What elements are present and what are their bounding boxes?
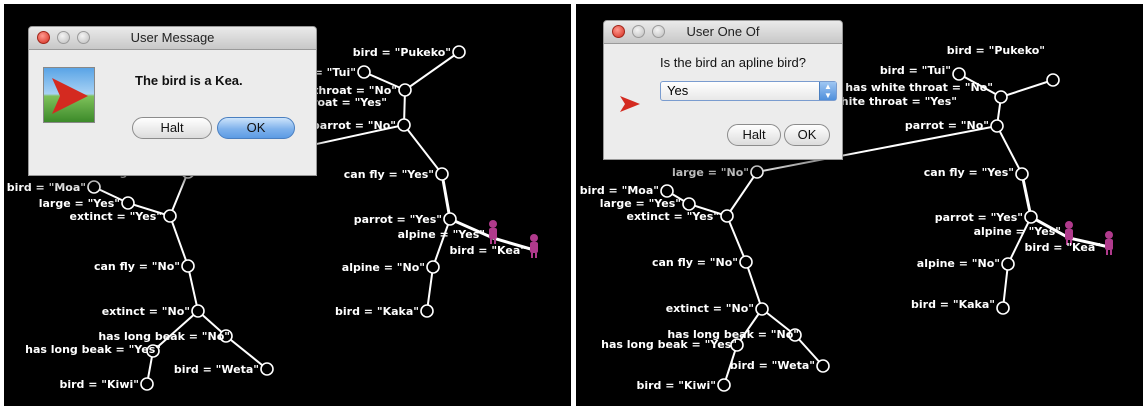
node-extinct-yes[interactable] <box>720 209 734 223</box>
label-kiwi: bird = "Kiwi" <box>59 378 139 391</box>
label-kaka: bird = "Kaka" <box>911 298 995 311</box>
label-extinct-yes: extinct = "Yes" <box>627 210 720 223</box>
ok-button[interactable]: OK <box>784 124 830 146</box>
node-large-yes[interactable] <box>121 196 135 210</box>
node-alpine-no[interactable] <box>426 260 440 274</box>
label-kiwi: bird = "Kiwi" <box>636 379 716 392</box>
label-moa: bird = "Moa" <box>7 181 86 194</box>
node-white-throat[interactable] <box>398 83 412 97</box>
node-weta[interactable] <box>816 359 830 373</box>
right-graph-canvas[interactable]: bird = "Pukeko" bird = "Tui" has white t… <box>576 4 1143 406</box>
agent-icon <box>489 220 497 244</box>
label-pukeko: bird = "Pukeko" <box>947 44 1045 57</box>
node-parrot-yes[interactable] <box>1024 210 1038 224</box>
label-moa: bird = "Moa" <box>580 184 659 197</box>
label-alpine-yes: alpine = "Yes" <box>398 228 485 241</box>
node-kaka[interactable] <box>996 301 1010 315</box>
node-parrot-yes[interactable] <box>443 212 457 226</box>
label-kea: bird = "Kea" <box>1025 241 1102 254</box>
node-pukeko[interactable] <box>1046 73 1060 87</box>
label-can-fly-yes: can fly = "Yes" <box>924 166 1014 179</box>
label-extinct-no: extinct = "No" <box>102 305 190 318</box>
label-parrot-yes: parrot = "Yes" <box>935 211 1023 224</box>
label-long-beak-yes: has long beak = "Yes" <box>601 338 737 351</box>
label-alpine-no: alpine = "No" <box>342 261 425 274</box>
label-extinct-no: extinct = "No" <box>666 302 754 315</box>
node-kiwi[interactable] <box>717 378 731 392</box>
select-stepper-icon[interactable]: ▲ ▼ <box>819 82 836 100</box>
dialog-question: Is the bird an apline bird? <box>660 55 806 70</box>
node-pukeko[interactable] <box>452 45 466 59</box>
label-pukeko: bird = "Pukeko" <box>353 46 451 59</box>
label-parrot-no: parrot = "No" <box>905 119 989 132</box>
dialog-message: The bird is a Kea. <box>135 73 243 88</box>
node-moa[interactable] <box>87 180 101 194</box>
node-tui[interactable] <box>357 65 371 79</box>
node-can-fly-no[interactable] <box>181 259 195 273</box>
node-extinct-no[interactable] <box>755 302 769 316</box>
label-weta: bird = "Weta" <box>174 363 259 376</box>
node-moa[interactable] <box>660 184 674 198</box>
user-message-dialog: User Message The bird is a Kea. Halt OK <box>28 26 317 176</box>
node-parrot-no[interactable] <box>990 119 1004 133</box>
label-weta: bird = "Weta" <box>730 359 815 372</box>
label-white-throat: has white throat = "No" <box>845 81 993 94</box>
label-extinct-yes: extinct = "Yes" <box>70 210 163 223</box>
label-long-beak-yes: has long beak = "Yes" <box>25 343 161 356</box>
label-kaka: bird = "Kaka" <box>335 305 419 318</box>
dialog-titlebar[interactable]: User Message <box>29 27 316 50</box>
user-one-of-dialog: User One Of Is the bird an apline bird? … <box>603 20 843 160</box>
label-can-fly-no: can fly = "No" <box>652 256 738 269</box>
red-arrow-icon <box>620 96 640 112</box>
label-can-fly-yes: can fly = "Yes" <box>344 168 434 181</box>
halt-button[interactable]: Halt <box>132 117 212 139</box>
halt-button[interactable]: Halt <box>727 124 781 146</box>
alpine-select[interactable]: Yes ▲ ▼ <box>660 81 837 101</box>
node-can-fly-yes[interactable] <box>1015 167 1029 181</box>
agent-icon <box>1105 231 1113 255</box>
node-parrot-no[interactable] <box>397 118 411 132</box>
select-value: Yes <box>667 83 689 98</box>
ok-button[interactable]: OK <box>217 117 295 139</box>
node-extinct-no[interactable] <box>191 304 205 318</box>
node-kiwi[interactable] <box>140 377 154 391</box>
label-alpine-yes: alpine = "Yes" <box>974 225 1061 238</box>
agent-icon <box>530 234 538 258</box>
label-can-fly-no: can fly = "No" <box>94 260 180 273</box>
node-can-fly-yes[interactable] <box>435 167 449 181</box>
node-large-no[interactable] <box>750 165 764 179</box>
label-large-yes: large = "Yes" <box>600 197 681 210</box>
node-weta[interactable] <box>260 362 274 376</box>
node-white-throat[interactable] <box>994 90 1008 104</box>
label-long-beak-no: has long beak = "No" <box>98 330 230 343</box>
label-alpine-no: alpine = "No" <box>917 257 1000 270</box>
node-kaka[interactable] <box>420 304 434 318</box>
label-parrot-yes: parrot = "Yes" <box>354 213 442 226</box>
label-kea: bird = "Kea" <box>450 244 527 257</box>
node-large-yes[interactable] <box>682 197 696 211</box>
dialog-titlebar[interactable]: User One Of <box>604 21 842 44</box>
node-tui[interactable] <box>952 67 966 81</box>
label-large-yes: large = "Yes" <box>39 197 120 210</box>
red-arrow-flag-icon <box>43 67 95 123</box>
node-alpine-no[interactable] <box>1001 257 1015 271</box>
dialog-title: User Message <box>130 30 215 45</box>
node-can-fly-no[interactable] <box>739 255 753 269</box>
label-parrot-no: parrot = "No" <box>312 119 396 132</box>
dialog-title: User One Of <box>686 24 760 39</box>
left-graph-canvas[interactable]: bird = "Pukeko" d = "Tui" has white thro… <box>4 4 571 406</box>
node-extinct-yes[interactable] <box>163 209 177 223</box>
label-large-no: large = "No" <box>672 166 749 179</box>
label-tui: bird = "Tui" <box>880 64 951 77</box>
